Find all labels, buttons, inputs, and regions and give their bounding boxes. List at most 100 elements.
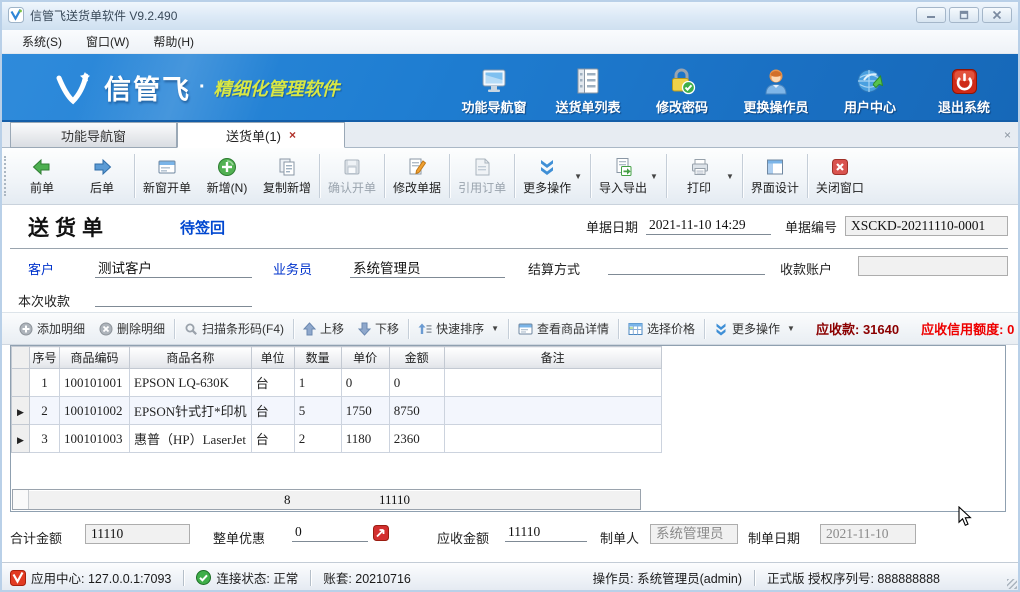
menu-bar: 系统(S) 窗口(W) 帮助(H) (0, 30, 1020, 54)
col-price: 单价 (341, 347, 389, 369)
doc-status-badge: 待签回 (180, 217, 225, 238)
toolbar-grip[interactable] (4, 156, 9, 196)
delivery-list-label: 送货单列表 (555, 97, 620, 116)
make-date-label: 制单日期 (748, 528, 800, 547)
salesman-field[interactable]: 系统管理员 (350, 257, 505, 278)
doc-date-field[interactable]: 2021-11-10 14:29 (646, 217, 771, 235)
row-marker: ▶ (17, 435, 24, 445)
connection-status: 连接状态: 正常 (196, 568, 298, 587)
import-export-dropdown-icon[interactable]: ▼ (650, 172, 658, 181)
delete-detail-button[interactable]: 删除明细 (92, 317, 172, 340)
summary-qty: 8 (284, 492, 291, 508)
table-row[interactable]: ▶ 3 100101003 惠普（HP）LaserJet 台 2 1180 23… (12, 425, 662, 453)
status-bar: 应用中心: 127.0.0.1:7093 连接状态: 正常 账套: 202107… (0, 562, 1020, 592)
receivable-amount-field[interactable]: 11110 (505, 524, 587, 542)
customer-field[interactable]: 测试客户 (95, 257, 252, 278)
table-row[interactable]: 1 100101001 EPSON LQ-630K 台 1 0 0 (12, 369, 662, 397)
discount-action-icon[interactable] (373, 525, 389, 541)
close-button[interactable] (982, 7, 1012, 23)
copy-icon (277, 157, 297, 177)
tab-delivery-order-label: 送货单(1) (226, 126, 281, 145)
doc-header: 送货单 待签回 单据日期 2021-11-10 14:29 单据编号 XSCKD… (0, 205, 1020, 249)
scan-barcode-button[interactable]: 扫描条形码(F4) (177, 317, 291, 340)
receivable-indicator: 应收款: 31640 (816, 319, 899, 338)
grid-summary-row: 8 11110 (12, 489, 641, 510)
credit-limit-indicator: 应收信用额度: 0 (921, 319, 1014, 338)
menu-window[interactable]: 窗口(W) (74, 30, 141, 53)
barcode-scanner-icon (184, 322, 198, 336)
more-actions-dropdown-icon[interactable]: ▼ (574, 172, 582, 181)
more-actions-button[interactable]: 更多操作 ▼ (517, 148, 588, 204)
table-row[interactable]: ▶ 2 100101002 EPSON针式打*印机 台 5 1750 8750 (12, 397, 662, 425)
tab-nav-window-label: 功能导航窗 (61, 126, 126, 145)
document-icon (472, 157, 492, 177)
next-order-button[interactable]: 后单 (72, 148, 132, 204)
add-detail-button[interactable]: 添加明细 (12, 317, 92, 340)
tab-nav-window[interactable]: 功能导航窗 (10, 122, 177, 148)
import-export-button[interactable]: 导入导出 ▼ (593, 148, 664, 204)
edit-order-button[interactable]: 修改单据 (387, 148, 447, 204)
switch-operator-label: 更换操作员 (743, 97, 808, 116)
user-center-button[interactable]: 用户中心 (828, 60, 912, 116)
close-window-button[interactable]: 关闭窗口 (810, 148, 870, 204)
arrow-down-icon (358, 322, 371, 336)
maximize-button[interactable] (949, 7, 979, 23)
add-new-button[interactable]: 新增(N) (197, 148, 257, 204)
quick-sort-dropdown-icon[interactable]: ▼ (491, 324, 499, 333)
discount-field[interactable]: 0 (292, 524, 368, 542)
quick-sort-button[interactable]: 快速排序 ▼ (411, 317, 506, 340)
nav-window-button[interactable]: 功能导航窗 (452, 60, 536, 116)
person-icon (762, 68, 790, 95)
print-button[interactable]: 打印 ▼ (669, 148, 740, 204)
account-set-status: 账套: 20210716 (323, 568, 411, 587)
settle-method-field[interactable] (608, 257, 765, 275)
tabstrip-close-icon[interactable]: × (1004, 128, 1011, 142)
salesman-label[interactable]: 业务员 (273, 259, 312, 278)
minimize-button[interactable] (916, 7, 946, 23)
plus-grey-icon (19, 322, 33, 336)
grid-more-actions-button[interactable]: 更多操作 ▼ (707, 317, 802, 340)
delivery-list-button[interactable]: 送货单列表 (546, 60, 630, 116)
discount-label: 整单优惠 (213, 528, 265, 547)
switch-operator-button[interactable]: 更换操作员 (734, 60, 818, 116)
monitor-icon (479, 68, 509, 95)
copy-new-button[interactable]: 复制新增 (257, 148, 317, 204)
arrow-left-icon (32, 157, 52, 177)
total-amount-label: 合计金额 (10, 528, 62, 547)
exit-system-label: 退出系统 (938, 97, 990, 116)
tab-delivery-order[interactable]: 送货单(1) × (177, 122, 345, 148)
detail-window-icon (518, 322, 533, 336)
app-center-icon (10, 570, 26, 586)
customer-label[interactable]: 客户 (28, 259, 54, 278)
payment-field[interactable] (95, 289, 252, 307)
new-window-order-button[interactable]: 新窗开单 (137, 148, 197, 204)
change-password-button[interactable]: 修改密码 (640, 60, 724, 116)
move-up-button[interactable]: 上移 (296, 317, 351, 340)
col-unit: 单位 (251, 347, 294, 369)
select-price-button[interactable]: 选择价格 (621, 317, 702, 340)
view-product-detail-button[interactable]: 查看商品详情 (511, 317, 616, 340)
tab-close-icon[interactable]: × (289, 128, 296, 142)
resize-grip[interactable] (1007, 579, 1017, 589)
move-down-button[interactable]: 下移 (351, 317, 406, 340)
layout-icon (765, 157, 785, 177)
sort-icon (418, 322, 432, 336)
col-amount: 金额 (389, 347, 444, 369)
prev-order-button[interactable]: 前单 (12, 148, 72, 204)
brand-slogan: 精细化管理软件 (214, 75, 340, 101)
grid-more-dropdown-icon[interactable]: ▼ (787, 324, 795, 333)
edit-icon (407, 157, 427, 177)
items-grid: 序号 商品编码 商品名称 单位 数量 单价 金额 备注 1 100101001 … (10, 345, 1006, 512)
ui-design-button[interactable]: 界面设计 (745, 148, 805, 204)
license-status: 正式版 授权序列号: 888888888 (767, 568, 940, 587)
maker-field: 系统管理员 (650, 524, 738, 544)
app-logo-icon (8, 7, 24, 23)
print-dropdown-icon[interactable]: ▼ (726, 172, 734, 181)
summary-amount: 11110 (379, 492, 410, 508)
menu-system[interactable]: 系统(S) (10, 30, 74, 53)
exit-system-button[interactable]: 退出系统 (922, 60, 1006, 116)
maker-label: 制单人 (600, 528, 639, 547)
menu-help[interactable]: 帮助(H) (141, 30, 206, 53)
make-date-field: 2021-11-10 (820, 524, 916, 544)
globe-icon (856, 68, 885, 95)
